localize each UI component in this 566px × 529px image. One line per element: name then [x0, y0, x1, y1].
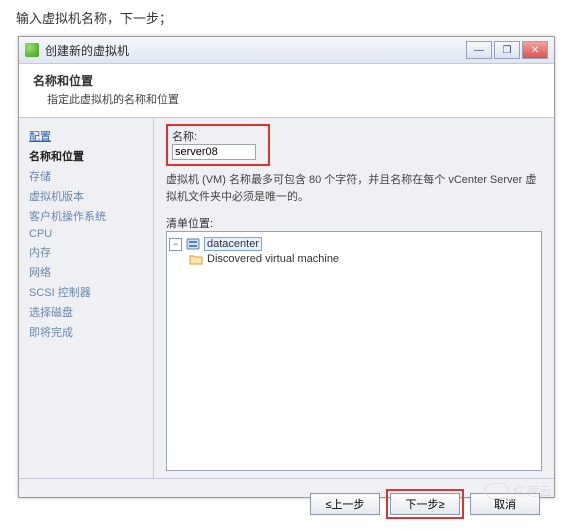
- folder-icon: [189, 253, 203, 265]
- sidebar-item-network[interactable]: 网络: [29, 262, 149, 282]
- wizard-steps-sidebar: 配置 名称和位置 存储 虚拟机版本 客户机操作系统 CPU 内存 网络 SCSI…: [19, 118, 154, 478]
- back-button[interactable]: ≤上一步: [310, 493, 380, 515]
- sidebar-item-storage[interactable]: 存储: [29, 166, 149, 186]
- sidebar-item-config[interactable]: 配置: [29, 126, 149, 146]
- vm-name-input[interactable]: [172, 144, 256, 160]
- inventory-tree[interactable]: − datacenter Discovered virtual machine: [166, 231, 542, 471]
- sidebar-item-disk[interactable]: 选择磁盘: [29, 302, 149, 322]
- tree-child-row[interactable]: Discovered virtual machine: [189, 252, 539, 266]
- wizard-form: 名称: 虚拟机 (VM) 名称最多可包含 80 个字符，并且名称在每个 vCen…: [154, 118, 554, 478]
- step-subtitle: 指定此虚拟机的名称和位置: [47, 91, 540, 107]
- tree-expander-icon[interactable]: −: [169, 238, 182, 251]
- next-highlight-box: 下一步≥: [386, 489, 464, 519]
- next-button[interactable]: 下一步≥: [390, 493, 460, 515]
- app-icon: [25, 43, 39, 57]
- wizard-buttons: ≤上一步 下一步≥ 取消: [19, 479, 554, 529]
- inventory-label: 清单位置:: [166, 215, 542, 231]
- sidebar-item-cpu[interactable]: CPU: [29, 226, 149, 242]
- datacenter-icon: [186, 238, 200, 250]
- sidebar-item-vm-version[interactable]: 虚拟机版本: [29, 186, 149, 206]
- sidebar-item-memory[interactable]: 内存: [29, 242, 149, 262]
- titlebar: 创建新的虚拟机 — ❐ ✕: [19, 37, 554, 64]
- sidebar-item-scsi[interactable]: SCSI 控制器: [29, 282, 149, 302]
- tree-root-label: datacenter: [204, 237, 262, 251]
- sidebar-item-ready[interactable]: 即将完成: [29, 322, 149, 342]
- name-hint: 虚拟机 (VM) 名称最多可包含 80 个字符，并且名称在每个 vCenter …: [166, 172, 542, 205]
- minimize-button[interactable]: —: [466, 41, 492, 59]
- name-label: 名称:: [172, 128, 264, 144]
- wizard-header: 名称和位置 指定此虚拟机的名称和位置: [19, 64, 554, 118]
- window-title: 创建新的虚拟机: [45, 42, 464, 59]
- sidebar-item-guest-os[interactable]: 客户机操作系统: [29, 206, 149, 226]
- tree-child-label: Discovered virtual machine: [207, 253, 339, 265]
- page-instruction: 输入虚拟机名称，下一步；: [0, 0, 566, 35]
- close-button[interactable]: ✕: [522, 41, 548, 59]
- cancel-button[interactable]: 取消: [470, 493, 540, 515]
- wizard-dialog: 创建新的虚拟机 — ❐ ✕ 名称和位置 指定此虚拟机的名称和位置 配置 名称和位…: [18, 36, 555, 498]
- sidebar-item-name-location[interactable]: 名称和位置: [29, 146, 149, 166]
- name-highlight-box: 名称:: [166, 124, 270, 166]
- tree-root-row[interactable]: − datacenter: [169, 236, 539, 252]
- maximize-button[interactable]: ❐: [494, 41, 520, 59]
- step-title: 名称和位置: [33, 72, 540, 89]
